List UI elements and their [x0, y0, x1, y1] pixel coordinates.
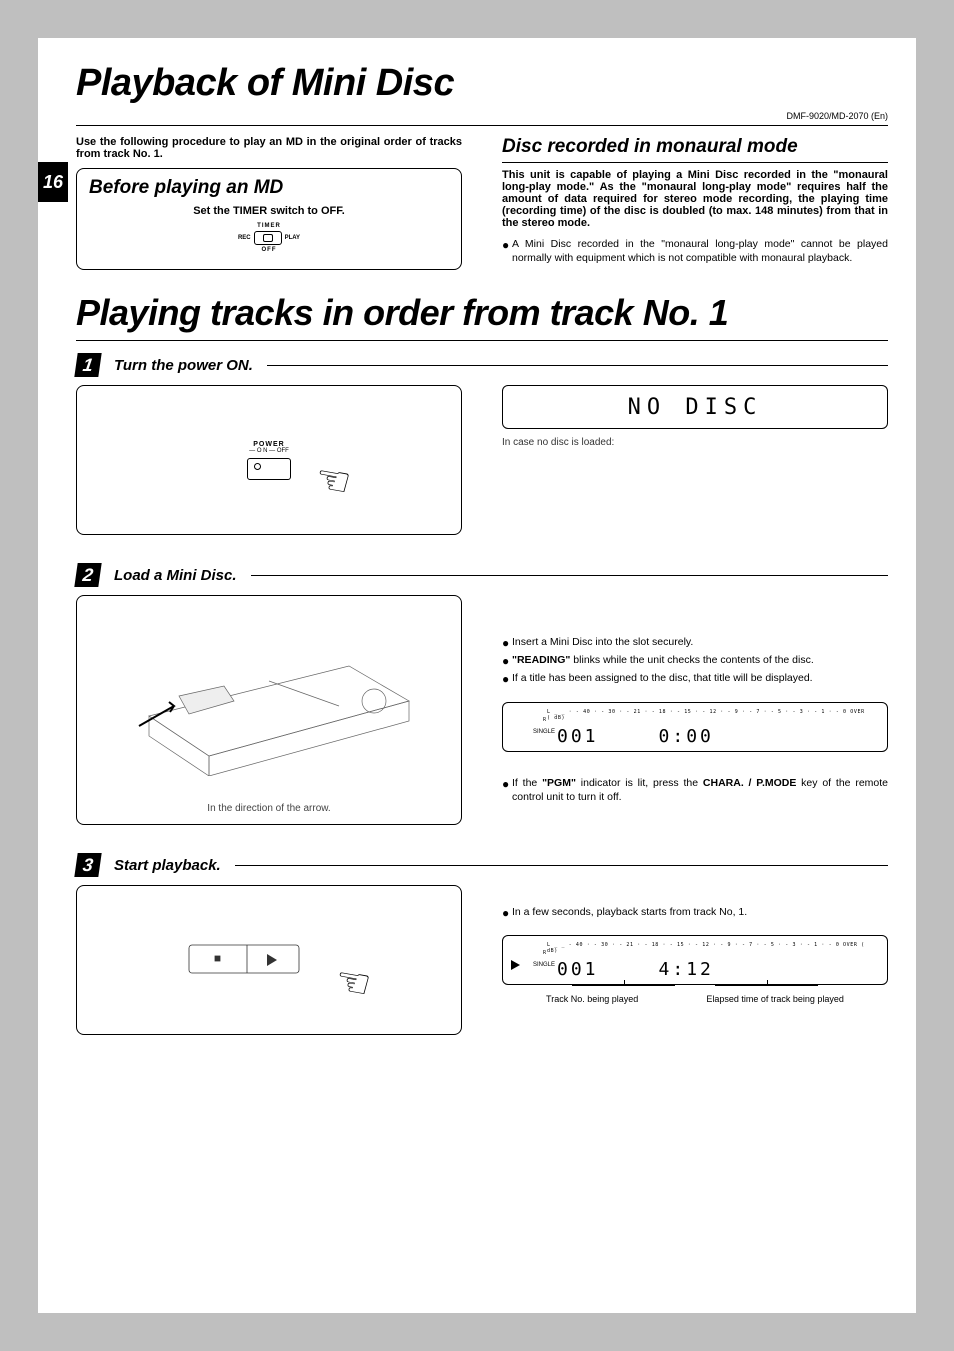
step-2-header: 2 Load a Mini Disc.	[76, 563, 888, 587]
timer-switch-diagram: TIMER REC PLAY OFF	[89, 223, 449, 253]
single-label: SINGLE	[533, 962, 555, 968]
track-time: 0:00	[659, 726, 714, 747]
before-playing-title: Before playing an MD	[89, 177, 449, 199]
before-playing-instruction: Set the TIMER switch to OFF.	[89, 205, 449, 217]
timer-label-right: PLAY	[285, 235, 300, 241]
annot-time: Elapsed time of track being played	[706, 994, 844, 1004]
step-1-title: Turn the power ON.	[114, 357, 253, 374]
step-3-title: Start playback.	[114, 857, 221, 874]
step-3-display: L _ _ - 40 · - 30 · - 21 · - 18 · - 15 ·…	[502, 935, 888, 985]
step-2-display: L _ _ · - 40 · - 30 · - 21 · - 18 · - 15…	[502, 702, 888, 752]
step-2-caption: In the direction of the arrow.	[207, 803, 330, 814]
db-scale: L _ _ · - 40 · - 30 · - 21 · - 18 · - 15…	[547, 709, 871, 721]
md-player-sketch	[119, 606, 419, 776]
intro-text: Use the following procedure to play an M…	[76, 136, 462, 160]
power-label: POWER	[247, 441, 291, 448]
timer-label-bottom: OFF	[262, 247, 277, 253]
model-header: DMF-9020/MD-2070 (En)	[76, 111, 888, 121]
timer-label-left: REC	[238, 235, 251, 241]
step-1-header: 1 Turn the power ON.	[76, 353, 888, 377]
step-2-note-2: ●"READING" blinks while the unit checks …	[502, 653, 888, 669]
step-3-note: ●In a few seconds, playback starts from …	[502, 905, 888, 921]
monaural-body: This unit is capable of playing a Mini D…	[502, 169, 888, 229]
step-1-illustration: POWER — O N — OFF ☞	[76, 385, 462, 535]
hand-pointer-icon: ☞	[311, 455, 354, 507]
page-number: 16	[38, 162, 68, 202]
db-scale-r: R	[543, 950, 546, 956]
db-scale: L _ _ - 40 · - 30 · - 21 · - 18 · - 15 ·…	[547, 942, 871, 954]
section-title: Playing tracks in order from track No. 1	[76, 292, 888, 334]
play-icon	[511, 960, 521, 970]
monaural-title: Disc recorded in monaural mode	[502, 136, 888, 163]
step-2-title: Load a Mini Disc.	[114, 567, 237, 584]
monaural-note-text: A Mini Disc recorded in the "monaural lo…	[512, 237, 888, 265]
monaural-note: ● A Mini Disc recorded in the "monaural …	[502, 237, 888, 265]
step-3-illustration: ☞	[76, 885, 462, 1035]
section-rule	[76, 340, 888, 341]
timer-label-top: TIMER	[257, 223, 281, 229]
power-button-icon	[247, 458, 291, 480]
before-playing-box: Before playing an MD Set the TIMER switc…	[76, 168, 462, 270]
power-sublabel: — O N — OFF	[247, 448, 291, 454]
step-3-header: 3 Start playback.	[76, 853, 888, 877]
step-2-note-1: ●Insert a Mini Disc into the slot secure…	[502, 635, 888, 651]
page-content: Playback of Mini Disc DMF-9020/MD-2070 (…	[76, 62, 888, 1035]
track-time: 4:12	[659, 959, 714, 980]
display-annotations: Track No. being played Elapsed time of t…	[502, 994, 888, 1004]
step-2-note-3: ●If a title has been assigned to the dis…	[502, 671, 888, 687]
play-panel-sketch	[179, 925, 359, 995]
track-number: 001	[557, 726, 599, 747]
step-number-3: 3	[74, 853, 101, 877]
step-number-1: 1	[74, 353, 101, 377]
page-title: Playback of Mini Disc	[76, 62, 888, 105]
no-disc-display: NO DISC	[502, 385, 888, 429]
single-label: SINGLE	[533, 729, 555, 735]
title-rule	[76, 125, 888, 126]
step-2-pgm-note: ● If the "PGM" indicator is lit, press t…	[502, 776, 888, 804]
power-button-sketch: POWER — O N — OFF	[247, 441, 291, 480]
manual-page: 16 Playback of Mini Disc DMF-9020/MD-207…	[38, 38, 916, 1313]
track-number: 001	[557, 959, 599, 980]
annot-track: Track No. being played	[546, 994, 638, 1004]
step-2-illustration: In the direction of the arrow.	[76, 595, 462, 825]
db-scale-r: R	[543, 717, 546, 723]
no-disc-caption: In case no disc is loaded:	[502, 437, 888, 448]
step-number-2: 2	[74, 563, 101, 587]
timer-switch-icon	[254, 231, 282, 245]
